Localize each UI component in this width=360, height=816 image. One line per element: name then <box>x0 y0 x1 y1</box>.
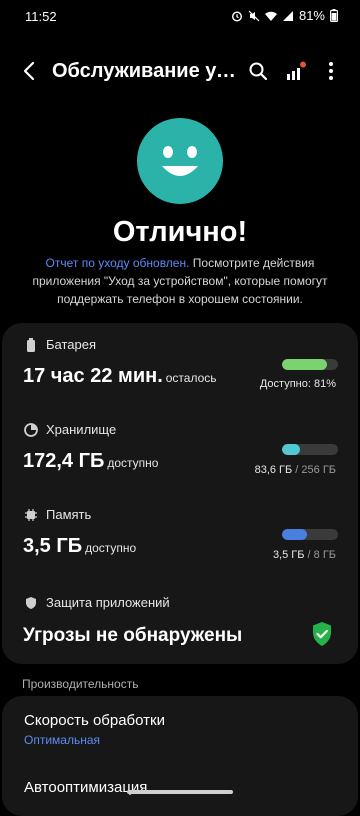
device-status-card: Батарея 17 час 22 мин. осталось Доступно:… <box>2 323 358 664</box>
report-link[interactable]: Отчет по уходу обновлен. <box>46 256 190 270</box>
home-indicator[interactable] <box>127 790 233 794</box>
signal-icon <box>282 10 293 21</box>
protection-status: Угрозы не обнаружены <box>23 625 243 646</box>
mute-icon <box>248 10 260 21</box>
memory-value: 3,5 ГБ <box>23 535 83 557</box>
status-time: 11:52 <box>25 9 57 24</box>
processing-speed-title[interactable]: Скорость обработки <box>24 712 165 729</box>
more-options-button[interactable] <box>316 56 346 86</box>
shield-check-icon <box>313 622 331 646</box>
memory-label: Память <box>46 507 92 522</box>
storage-meter-fill <box>282 444 301 455</box>
battery-icon <box>27 337 35 352</box>
app-header: Обслуживание ус… <box>0 48 360 94</box>
search-button[interactable] <box>243 56 273 86</box>
battery-suffix: осталось <box>165 371 217 385</box>
battery-value: 17 час 22 мин. <box>23 365 163 387</box>
battery-label: Батарея <box>46 337 97 352</box>
smiley-face-icon <box>137 118 223 204</box>
status-bar: 11:52 81% <box>0 0 360 32</box>
processing-speed-value: Оптимальная <box>24 733 101 747</box>
memory-separator: / <box>304 549 314 561</box>
memory-chip-icon <box>25 508 37 521</box>
storage-used: 83,6 ГБ <box>254 464 293 476</box>
back-arrow-icon <box>23 61 35 81</box>
memory-value-group: 3,5 ГБ доступно <box>23 535 136 558</box>
performance-card: Скорость обработки Оптимальная Автооптим… <box>2 696 358 816</box>
app-protection-row[interactable]: Защита приложений Угрозы не обнаружены <box>2 581 358 666</box>
page-title: Обслуживание ус… <box>52 60 242 82</box>
protection-label-group: Защита приложений <box>24 595 170 610</box>
shield-outline-icon <box>26 596 36 609</box>
storage-row[interactable]: Хранилище 172,4 ГБ доступно 83,6 ГБ / 256… <box>2 408 358 493</box>
status-heading: Отлично! <box>112 216 248 248</box>
storage-value: 172,4 ГБ <box>23 450 105 472</box>
diagnostics-button[interactable] <box>281 56 311 86</box>
back-button[interactable] <box>14 54 44 88</box>
storage-value-group: 172,4 ГБ доступно <box>23 450 158 473</box>
memory-suffix: доступно <box>85 541 137 555</box>
storage-meter <box>282 444 338 455</box>
memory-label-group: Память <box>24 507 91 522</box>
more-vertical-icon <box>329 62 333 80</box>
storage-total: 256 ГБ <box>301 464 336 476</box>
memory-usage-text: 3,5 ГБ / 8 ГБ <box>273 549 336 561</box>
status-description: Отчет по уходу обновлен. Посмотрите дейс… <box>18 254 342 308</box>
memory-total: 8 ГБ <box>313 549 336 561</box>
protection-label: Защита приложений <box>46 595 170 610</box>
memory-used: 3,5 ГБ <box>272 549 305 561</box>
diagnostics-icon <box>287 61 306 80</box>
battery-icon <box>330 9 338 22</box>
battery-row[interactable]: Батарея 17 час 22 мин. осталось Доступно:… <box>2 323 358 408</box>
memory-row[interactable]: Память 3,5 ГБ доступно 3,5 ГБ / 8 ГБ <box>2 493 358 578</box>
storage-suffix: доступно <box>107 456 159 470</box>
memory-meter-fill <box>282 529 307 540</box>
search-icon <box>249 62 268 81</box>
storage-usage-text: 83,6 ГБ / 256 ГБ <box>255 464 336 476</box>
alarm-icon <box>231 10 242 22</box>
battery-meter-fill <box>282 359 328 370</box>
battery-meter <box>282 359 338 370</box>
battery-label-group: Батарея <box>24 337 96 352</box>
storage-label: Хранилище <box>46 422 117 437</box>
storage-label-group: Хранилище <box>24 422 116 437</box>
wifi-icon <box>264 11 277 21</box>
status-icons: 81% <box>231 8 338 23</box>
battery-percent: 81% <box>298 8 325 23</box>
storage-icon <box>24 422 38 437</box>
performance-section-title: Производительность <box>22 677 139 691</box>
memory-meter <box>282 529 338 540</box>
battery-available-text: Доступно: 81% <box>259 378 336 390</box>
battery-value-group: 17 час 22 мин. осталось <box>23 365 217 388</box>
